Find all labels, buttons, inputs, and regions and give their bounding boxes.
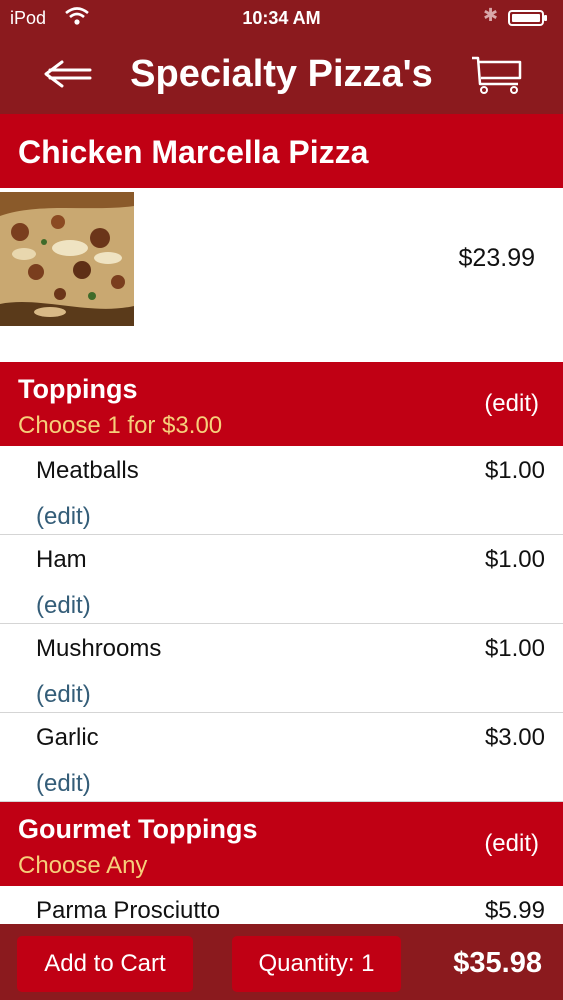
- product-header: Chicken Marcella Pizza: [0, 114, 563, 188]
- shopping-cart-icon[interactable]: [470, 54, 524, 96]
- section-subtitle: Choose 1 for $3.00: [18, 412, 223, 439]
- topping-name: Parma Prosciutto: [36, 897, 221, 924]
- order-total: $35.98: [453, 947, 542, 979]
- gourmet-toppings-section-header: Gourmet Toppings Choose Any (edit): [0, 802, 563, 886]
- toppings-section-header: Toppings Choose 1 for $3.00 (edit): [0, 362, 563, 446]
- section-subtitle: Choose Any: [18, 852, 148, 879]
- bluetooth-icon: ✱: [483, 5, 499, 25]
- topping-row: Mushrooms $1.00 (edit): [0, 624, 563, 713]
- pizza-photo: [0, 192, 134, 326]
- topping-edit-link[interactable]: (edit): [36, 769, 91, 799]
- product-info: $23.99: [0, 188, 563, 363]
- topping-row: Ham $1.00 (edit): [0, 535, 563, 624]
- product-price: $23.99: [458, 244, 535, 272]
- add-to-cart-button[interactable]: Add to Cart: [17, 936, 193, 992]
- toppings-edit-link[interactable]: (edit): [484, 390, 539, 418]
- topping-name: Ham: [36, 546, 87, 573]
- topping-price: $1.00: [484, 635, 545, 662]
- topping-price: $1.00: [484, 457, 545, 484]
- gourmet-edit-link[interactable]: (edit): [484, 830, 539, 858]
- topping-edit-link[interactable]: (edit): [36, 502, 91, 532]
- topping-edit-link[interactable]: (edit): [36, 591, 91, 621]
- bottom-bar: Add to Cart Quantity: 1 $35.98: [0, 924, 563, 1000]
- quantity-button[interactable]: Quantity: 1: [232, 936, 401, 992]
- topping-price: $5.99: [484, 897, 545, 924]
- section-title: Toppings: [18, 374, 138, 404]
- topping-price: $1.00: [484, 546, 545, 573]
- page-title: Specialty Pizza's: [130, 53, 433, 95]
- section-title: Gourmet Toppings: [18, 814, 258, 844]
- battery-icon: [508, 10, 547, 26]
- topping-name: Mushrooms: [36, 635, 162, 662]
- topping-edit-link[interactable]: (edit): [36, 680, 91, 710]
- product-name: Chicken Marcella Pizza: [18, 134, 369, 170]
- nav-bar: Specialty Pizza's: [0, 36, 563, 114]
- topping-row: Garlic $3.00 (edit): [0, 713, 563, 802]
- status-time: 10:34 AM: [242, 8, 321, 28]
- topping-row: Meatballs $1.00 (edit): [0, 446, 563, 535]
- topping-name: Meatballs: [36, 457, 139, 484]
- status-bar: iPod 10:34 AM ✱: [0, 0, 563, 36]
- topping-name: Garlic: [36, 724, 99, 751]
- topping-price: $3.00: [484, 724, 545, 751]
- back-arrow-icon[interactable]: [40, 54, 96, 94]
